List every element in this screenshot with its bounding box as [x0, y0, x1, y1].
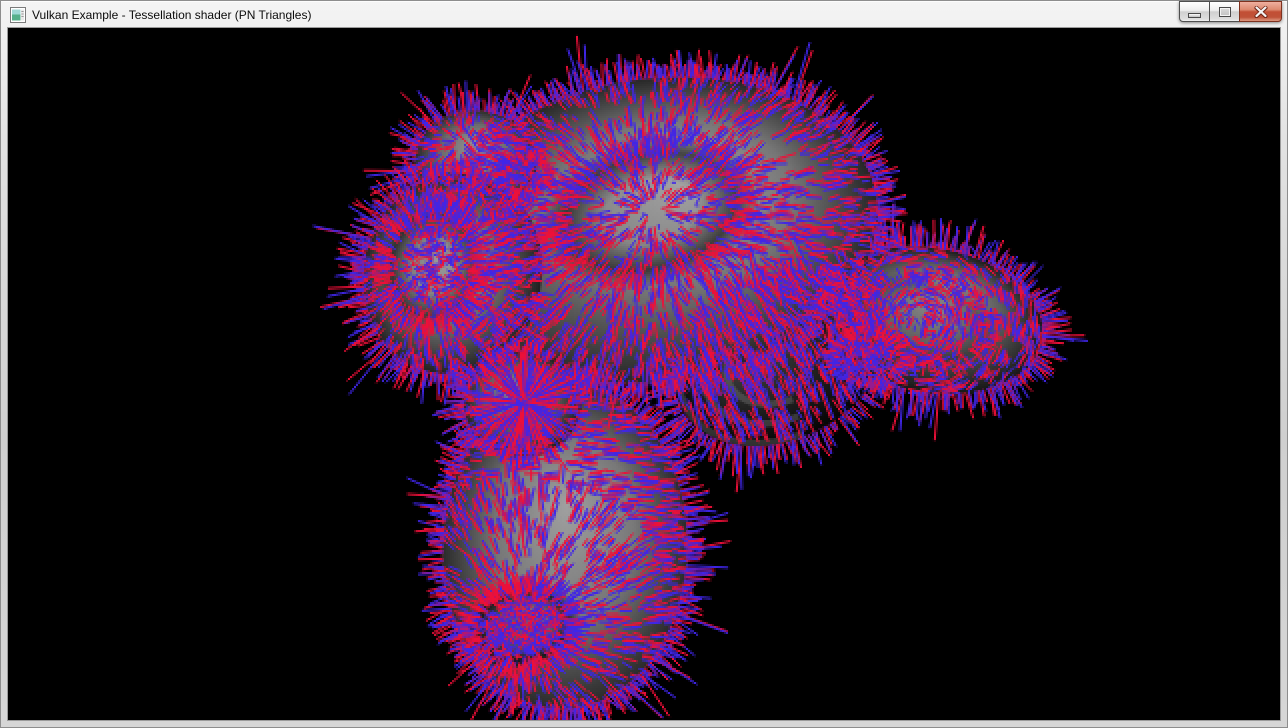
maximize-button[interactable]	[1209, 1, 1240, 22]
viewport-canvas[interactable]	[8, 28, 1280, 720]
maximize-square-icon	[1219, 7, 1231, 17]
window-title: Vulkan Example - Tessellation shader (PN…	[32, 8, 311, 22]
minimize-button[interactable]	[1179, 1, 1210, 22]
close-button[interactable]	[1239, 1, 1282, 22]
minimize-dash-icon	[1188, 13, 1201, 18]
titlebar[interactable]: Vulkan Example - Tessellation shader (PN…	[0, 0, 1288, 28]
window-frame: Vulkan Example - Tessellation shader (PN…	[0, 0, 1288, 728]
close-x-icon	[1254, 6, 1268, 18]
viewport	[8, 28, 1280, 720]
window-controls	[1180, 1, 1282, 22]
app-icon[interactable]	[10, 7, 26, 23]
